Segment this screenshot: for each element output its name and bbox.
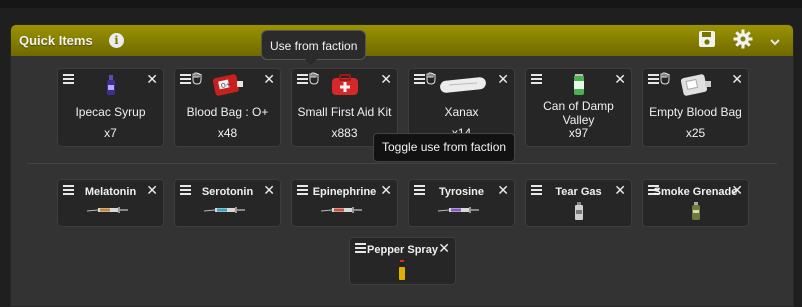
syringe-icon: [437, 207, 479, 213]
close-icon[interactable]: ✕: [731, 72, 743, 86]
close-icon[interactable]: ✕: [497, 72, 509, 86]
panel-header[interactable]: Quick Items i: [11, 25, 793, 56]
item-name: Small First Aid Kit: [297, 105, 392, 119]
empty-blood-bag-icon: [680, 74, 711, 96]
close-icon[interactable]: ✕: [263, 72, 275, 86]
chevron-down-icon[interactable]: [769, 34, 781, 52]
drag-handle-icon[interactable]: [414, 74, 425, 84]
syringe-icon: [203, 207, 245, 213]
item-quantity: x25: [685, 126, 706, 140]
item-name: Tear Gas: [555, 186, 602, 198]
quick-item-card[interactable]: ✕ Serotonin: [174, 179, 281, 227]
item-quantity: x97: [568, 126, 589, 140]
info-icon[interactable]: i: [109, 33, 124, 48]
row-divider: [27, 163, 777, 164]
item-name: Ipecac Syrup: [75, 105, 146, 119]
first-aid-kit-icon: [332, 74, 358, 95]
close-icon[interactable]: ✕: [614, 72, 626, 86]
item-name: Tyrosine: [438, 186, 485, 198]
close-icon[interactable]: ✕: [146, 72, 158, 86]
item-quantity: x7: [104, 126, 117, 140]
item-name: Serotonin: [201, 186, 254, 198]
close-icon[interactable]: ✕: [380, 72, 392, 86]
quick-item-card[interactable]: ✕ Empty Blood Bag x25: [642, 68, 749, 147]
syrup-bottle-icon: [107, 75, 115, 95]
quick-item-card[interactable]: ✕ Can of Damp Valley x97: [525, 68, 632, 147]
quick-item-card[interactable]: ✕ Tyrosine: [408, 179, 515, 227]
quick-item-card[interactable]: ✕ Tear Gas: [525, 179, 632, 227]
gear-icon[interactable]: [733, 29, 753, 54]
quick-item-card[interactable]: ✕ Pepper Spray: [349, 237, 456, 285]
item-name: Melatonin: [84, 186, 137, 198]
item-name: Blood Bag : O+: [186, 105, 269, 119]
quick-item-card[interactable]: ✕ Smoke Grenade: [642, 179, 749, 227]
panel-title: Quick Items: [19, 33, 93, 48]
item-name: Can of Damp Valley: [543, 99, 614, 127]
faction-fist-icon[interactable]: [425, 72, 437, 85]
item-quantity: x48: [217, 126, 238, 140]
drag-handle-icon[interactable]: [180, 74, 191, 84]
quick-item-card[interactable]: ✕ Epinephrine: [291, 179, 398, 227]
tooltip-use-from-faction: Use from faction: [261, 30, 367, 65]
top-nav-strip: [0, 0, 802, 8]
drink-can-icon: [574, 74, 584, 95]
save-icon[interactable]: [698, 30, 716, 53]
xanax-pill-icon: [440, 77, 486, 93]
faction-fist-icon[interactable]: [308, 72, 320, 85]
tooltip-toggle-use-from-faction: Toggle use from faction: [373, 133, 516, 162]
drag-handle-icon[interactable]: [531, 74, 542, 84]
smoke-grenade-icon: [692, 202, 700, 220]
quick-item-card[interactable]: ✕ Ipecac Syrup x7: [57, 68, 164, 147]
drag-handle-icon[interactable]: [63, 74, 74, 84]
item-name: Empty Blood Bag: [649, 105, 742, 119]
item-name: Xanax: [444, 105, 479, 119]
quick-item-card[interactable]: ✕ O+ Blood Bag : O+ x48: [174, 68, 281, 147]
pepper-spray-icon: [399, 260, 405, 280]
drag-handle-icon[interactable]: [648, 74, 659, 84]
item-name: Epinephrine: [312, 186, 377, 198]
quick-item-card[interactable]: ✕ Melatonin: [57, 179, 164, 227]
faction-fist-icon[interactable]: [659, 72, 671, 85]
item-name: Smoke Grenade: [653, 186, 738, 198]
syringe-icon: [86, 207, 128, 213]
syringe-icon: [320, 207, 362, 213]
faction-fist-icon[interactable]: [191, 72, 203, 85]
item-name: Pepper Spray: [367, 244, 438, 256]
quick-items-panel: Quick Items i ✕ Ipecac Syrup x7 ✕ O+ Blo…: [10, 24, 794, 307]
tear-gas-canister-icon: [575, 202, 583, 220]
drag-handle-icon[interactable]: [297, 74, 308, 84]
blood-bag-icon: O+: [212, 74, 243, 96]
